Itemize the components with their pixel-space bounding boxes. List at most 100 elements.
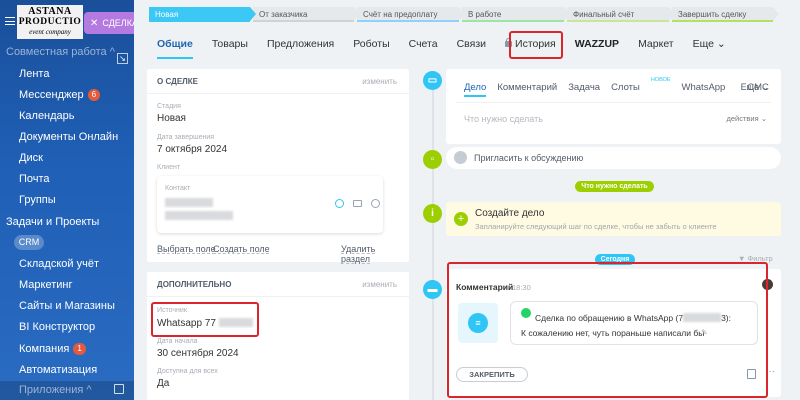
sidebar-item-company[interactable]: Компания 1 — [19, 343, 86, 355]
sidebar-item-messenger[interactable]: Мессенджер 6 — [19, 89, 101, 101]
tab-market[interactable]: Маркет — [638, 38, 674, 54]
phone-icon[interactable] — [335, 199, 344, 208]
access-label: Доступна для всех — [157, 368, 218, 375]
delete-section-link[interactable]: Удалить раздел — [341, 244, 395, 264]
additional-edit-link[interactable]: изменить — [362, 280, 397, 289]
invite-label: Пригласить к обсуждению — [474, 153, 584, 163]
sidebar-item-mail[interactable]: Почта — [19, 173, 50, 185]
invite-card[interactable]: Пригласить к обсуждению — [446, 147, 781, 169]
new-tag: НОВОЕ — [650, 77, 671, 83]
mail-icon[interactable] — [353, 200, 362, 207]
stage-final-invoice[interactable]: Финальный счёт — [567, 7, 675, 22]
company-logo[interactable]: ASTANA PRODUCTIO event company — [17, 5, 83, 39]
close-icon[interactable]: ✕ — [90, 18, 98, 29]
sidebar-header: ASTANA PRODUCTIO event company ✕ СДЕЛКА — [0, 0, 134, 44]
create-deal-card[interactable]: + Создайте дело Запланируйте следующий ш… — [446, 202, 781, 236]
sidebar-item-tasks[interactable]: Задачи и Проекты — [6, 216, 99, 228]
create-deal-title: Создайте дело — [475, 208, 545, 219]
invite-dot-icon: ▫ — [423, 150, 442, 169]
sidebar-item-feed[interactable]: Лента — [19, 68, 49, 80]
stage-new[interactable]: Новая — [149, 7, 256, 22]
chat-icon[interactable] — [371, 199, 380, 208]
pin-icon[interactable]: ↘ — [117, 53, 128, 64]
sidebar-apps[interactable]: Приложения ^ — [19, 384, 92, 396]
sidebar-item-marketing[interactable]: Маркетинг — [19, 279, 72, 291]
source-highlight — [151, 302, 259, 337]
company-badge: 1 — [73, 343, 86, 355]
stage-from-client[interactable]: От заказчика — [253, 7, 360, 22]
info-dot-icon: i — [423, 204, 442, 223]
tab-links[interactable]: Связи — [457, 38, 486, 54]
sidebar-section-collab[interactable]: Совместная работа ^ — [6, 46, 115, 58]
contact-card[interactable]: Контакт — [157, 176, 383, 233]
tab-robots[interactable]: Роботы — [353, 38, 389, 54]
about-edit-link[interactable]: изменить — [362, 77, 397, 86]
sidebar-item-sites[interactable]: Сайты и Магазины — [19, 300, 115, 312]
main-area: Новая От заказчика Счёт на предоплату В … — [134, 0, 800, 400]
menu-icon[interactable] — [5, 17, 15, 25]
todo-input[interactable]: Что нужно сделать — [464, 114, 543, 124]
divider — [456, 102, 771, 103]
tab-products[interactable]: Товары — [212, 38, 248, 54]
sidebar-item-docs[interactable]: Документы Онлайн — [19, 131, 118, 143]
stage-value[interactable]: Новая — [157, 113, 186, 124]
about-title: О СДЕЛКЕ — [157, 77, 198, 86]
contact-phone-redacted — [165, 211, 233, 220]
activity-tabs: Дело Комментарий Задача Слоты НОВОЕWhats… — [464, 77, 780, 97]
sidebar-apps-bar: Приложения ^ — [0, 381, 134, 400]
create-deal-hint: Запланируйте следующий шаг по сделке, чт… — [475, 222, 717, 231]
tab-invoices[interactable]: Счета — [409, 38, 438, 54]
printer-icon[interactable] — [114, 384, 124, 394]
left-sidebar: ASTANA PRODUCTIO event company ✕ СДЕЛКА … — [0, 0, 134, 400]
stage-bar: Новая От заказчика Счёт на предоплату В … — [149, 7, 779, 22]
select-field-link[interactable]: Выбрать поле — [157, 244, 216, 254]
actions-dropdown[interactable]: действия ⌄ — [726, 114, 767, 123]
activity-tab-task[interactable]: Задача — [568, 82, 600, 93]
tab-general[interactable]: Общие — [157, 38, 193, 59]
contact-name-redacted — [165, 198, 213, 207]
activity-tab-comment[interactable]: Комментарий — [497, 82, 557, 93]
about-deal-panel: О СДЕЛКЕ изменить Стадия Новая Дата заве… — [147, 69, 409, 264]
divider — [147, 93, 409, 94]
close-date-label: Дата завершения — [157, 134, 215, 141]
todo-separator: Что нужно сделать — [575, 181, 654, 192]
activity-dot-icon: ▭ — [423, 71, 442, 90]
sidebar-item-groups[interactable]: Группы — [19, 194, 56, 206]
client-label: Клиент — [157, 164, 181, 171]
wazzup-highlight — [509, 31, 563, 59]
close-date-value[interactable]: 7 октября 2024 — [157, 144, 227, 155]
divider — [147, 296, 409, 297]
deal-tab[interactable]: ✕ СДЕЛКА — [84, 12, 134, 34]
tab-offers[interactable]: Предложения — [267, 38, 334, 54]
activity-tab-slots[interactable]: Слоты — [611, 82, 640, 93]
sidebar-item-disk[interactable]: Диск — [19, 152, 43, 164]
create-field-link[interactable]: Создать поле — [213, 244, 270, 254]
sidebar-item-crm[interactable]: CRM — [14, 235, 44, 250]
comment-dot-icon: ▬ — [423, 280, 442, 299]
start-date-value[interactable]: 30 сентября 2024 — [157, 348, 239, 359]
deal-tabs: Общие Товары Предложения Роботы Счета Св… — [157, 38, 745, 59]
sidebar-item-automation[interactable]: Автоматизация — [19, 364, 97, 376]
timeline-line — [432, 82, 434, 400]
stage-label: Стадия — [157, 103, 181, 110]
activity-more[interactable]: Еще ⌄ — [741, 82, 769, 93]
deal-tab-label: СДЕЛКА — [102, 18, 134, 28]
add-user-icon — [454, 151, 467, 164]
additional-title: ДОПОЛНИТЕЛЬНО — [157, 280, 232, 289]
stage-in-work[interactable]: В работе — [462, 7, 570, 22]
plus-icon[interactable]: + — [454, 212, 468, 226]
activity-editor: Дело Комментарий Задача Слоты НОВОЕWhats… — [446, 69, 781, 144]
tab-wazzup[interactable]: WAZZUP — [575, 38, 619, 54]
activity-tab-whatsapp[interactable]: НОВОЕWhatsApp — [651, 77, 737, 93]
activity-tab-deal[interactable]: Дело — [464, 82, 487, 97]
sidebar-item-bi[interactable]: BI Конструктор — [19, 321, 95, 333]
stage-prepay-invoice[interactable]: Счёт на предоплату — [357, 7, 465, 22]
sidebar-item-calendar[interactable]: Календарь — [19, 110, 75, 122]
sidebar-item-warehouse[interactable]: Складской учёт — [19, 258, 99, 270]
tab-more[interactable]: Еще ⌄ — [693, 38, 726, 54]
stage-close-deal[interactable]: Завершить сделку — [672, 7, 779, 22]
messenger-badge: 6 — [87, 89, 101, 101]
contact-label: Контакт — [165, 185, 191, 192]
comment-highlight — [447, 262, 768, 398]
access-value[interactable]: Да — [157, 378, 169, 389]
